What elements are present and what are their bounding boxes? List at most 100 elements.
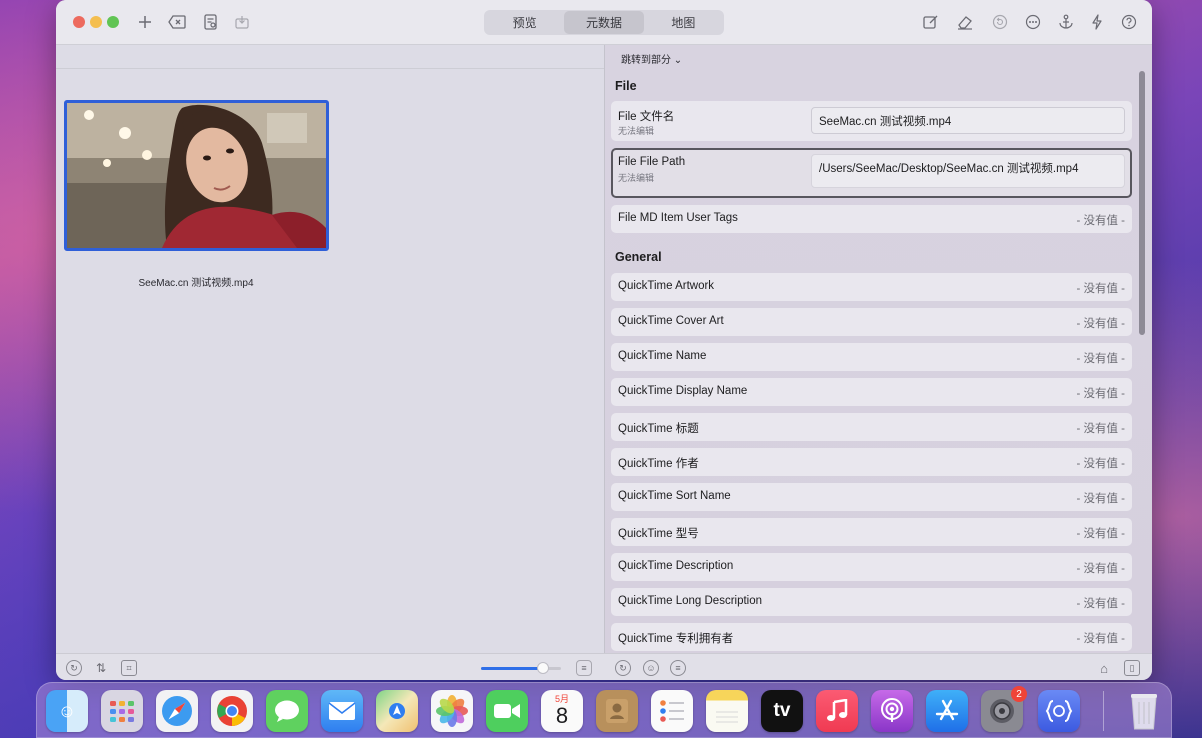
zoom-window-button[interactable]: [107, 16, 119, 28]
metadata-label: QuickTime Display Name: [618, 385, 748, 397]
contacts-icon[interactable]: [596, 690, 638, 732]
rotate-icon[interactable]: ↻: [66, 660, 82, 676]
tag-icon[interactable]: ⌂: [1096, 660, 1112, 676]
filter-icon[interactable]: ≡: [670, 660, 686, 676]
metadata-value: - 没有值 -: [1076, 528, 1125, 540]
metadata-value: - 没有值 -: [1076, 388, 1125, 400]
finder-icon[interactable]: ☺: [46, 690, 88, 732]
inspect-icon[interactable]: [200, 11, 222, 33]
metadata-row[interactable]: QuickTime 标题 - 没有值 -: [611, 413, 1132, 441]
metadata-label: QuickTime Description: [618, 560, 734, 572]
slider-fill: [481, 667, 544, 670]
sort-icon[interactable]: ⇅: [93, 660, 109, 676]
section-title-general: General: [615, 250, 662, 264]
system-preferences-badge: 2: [1011, 686, 1027, 702]
tab-preview[interactable]: 预览: [485, 11, 564, 34]
metadata-row[interactable]: QuickTime Name - 没有值 -: [611, 343, 1132, 371]
file-name-field[interactable]: SeeMac.cn 测试视频.mp4: [811, 107, 1125, 134]
podcasts-icon[interactable]: [871, 690, 913, 732]
metadata-value: - 没有值 -: [1076, 423, 1125, 435]
photos-icon[interactable]: [431, 690, 473, 732]
calendar-icon[interactable]: 5月 8: [541, 690, 583, 732]
metadata-label: File 文件名: [618, 111, 675, 123]
mail-icon[interactable]: [321, 690, 363, 732]
thumbnail-filename: SeeMac.cn 测试视频.mp4: [138, 278, 254, 289]
dock-separator: [1103, 691, 1104, 731]
calendar-day: 8: [555, 703, 569, 728]
metadata-value: - 没有值 -: [1076, 633, 1125, 645]
notes-icon[interactable]: [706, 690, 748, 732]
tab-map[interactable]: 地图: [644, 11, 723, 34]
anchor-icon[interactable]: [1055, 11, 1077, 33]
metadata-row-file-name[interactable]: File 文件名 无法编辑 SeeMac.cn 测试视频.mp4: [611, 101, 1132, 141]
metadata-scrollbar[interactable]: [1138, 69, 1146, 653]
tab-metadata[interactable]: 元数据: [564, 11, 644, 34]
metadata-value: - 没有值 -: [1076, 563, 1125, 575]
jump-to-section-menu[interactable]: 跳转到部分 ⌄: [621, 51, 682, 66]
launchpad-icon[interactable]: [101, 690, 143, 732]
scrollbar-thumb[interactable]: [1139, 71, 1145, 335]
metadata-row[interactable]: QuickTime 专利拥有者 - 没有值 -: [611, 623, 1132, 651]
list-view-icon[interactable]: ≡: [576, 660, 592, 676]
metadata-row[interactable]: QuickTime 作者 - 没有值 -: [611, 448, 1132, 476]
bottom-status-bar: ↻ ⇅ ⌗ ≡ ↻ ☺ ≡ ⌂ ▯: [56, 653, 1152, 680]
chrome-icon[interactable]: [211, 690, 253, 732]
section-title-file: File: [615, 79, 637, 93]
more-icon[interactable]: [1022, 11, 1044, 33]
video-thumbnail[interactable]: [64, 100, 329, 251]
file-browser-pane: SeeMac.cn 测试视频.mp4: [56, 45, 604, 653]
metadata-label: QuickTime 型号: [618, 528, 699, 540]
metadata-row[interactable]: QuickTime Long Description - 没有值 -: [611, 588, 1132, 616]
plus-icon[interactable]: [134, 11, 156, 33]
metadata-value: - 没有值 -: [1076, 598, 1125, 610]
reminders-icon[interactable]: [651, 690, 693, 732]
thumbnail-size-slider[interactable]: [481, 662, 561, 674]
metadata-row-user-tags[interactable]: File MD Item User Tags - 没有值 -: [611, 205, 1132, 233]
view-mode-segmented-control: 预览 元数据 地图: [484, 10, 724, 35]
metadata-pane: 跳转到部分 ⌄ File File 文件名 无法编辑 SeeMac.cn 测试视…: [605, 45, 1152, 653]
metadata-row[interactable]: QuickTime 型号 - 没有值 -: [611, 518, 1132, 546]
metadata-app-icon[interactable]: [1038, 690, 1080, 732]
music-icon[interactable]: [816, 690, 858, 732]
safari-icon[interactable]: [156, 690, 198, 732]
app-store-icon[interactable]: [926, 690, 968, 732]
sidebar-toggle-icon[interactable]: ▯: [1124, 660, 1140, 676]
metadata-row[interactable]: QuickTime Sort Name - 没有值 -: [611, 483, 1132, 511]
metadata-row[interactable]: QuickTime Display Name - 没有值 -: [611, 378, 1132, 406]
dock: ☺ 5月 8 tv 2: [36, 682, 1172, 738]
metadata-row[interactable]: QuickTime Artwork - 没有值 -: [611, 273, 1132, 301]
file-path-field[interactable]: /Users/SeeMac/Desktop/SeeMac.cn 测试视频.mp4: [811, 154, 1125, 188]
refresh-icon[interactable]: ↻: [615, 660, 631, 676]
delete-icon[interactable]: [166, 11, 188, 33]
scan-icon[interactable]: ⌗: [121, 660, 137, 676]
help-icon[interactable]: [1118, 11, 1140, 33]
metadata-label: QuickTime Long Description: [618, 595, 763, 607]
close-window-button[interactable]: [73, 16, 85, 28]
maps-icon[interactable]: [376, 690, 418, 732]
trash-icon[interactable]: [1123, 690, 1165, 732]
slider-knob[interactable]: [537, 662, 550, 674]
system-preferences-icon[interactable]: 2: [981, 686, 1027, 732]
apple-tv-icon[interactable]: tv: [761, 690, 803, 732]
metadata-value: - 没有值 -: [1076, 215, 1125, 227]
eraser-icon[interactable]: [954, 11, 976, 33]
app-window: 预览 元数据 地图 SeeMac.cn 测试视频.mp4 跳转到部分 ⌄ Fil…: [56, 0, 1152, 680]
metadata-row[interactable]: QuickTime Cover Art - 没有值 -: [611, 308, 1132, 336]
metadata-label: QuickTime Artwork: [618, 280, 715, 292]
not-editable-note: 无法编辑: [618, 126, 655, 136]
metadata-row[interactable]: QuickTime Description - 没有值 -: [611, 553, 1132, 581]
edit-icon[interactable]: [920, 11, 942, 33]
messages-icon[interactable]: [266, 690, 308, 732]
facetime-icon[interactable]: [486, 690, 528, 732]
apple-tv-label: tv: [773, 700, 791, 721]
metadata-label: QuickTime 标题: [618, 423, 699, 435]
face-icon[interactable]: ☺: [643, 660, 659, 676]
revert-icon[interactable]: [989, 11, 1011, 33]
metadata-label: File File Path: [618, 156, 686, 168]
bolt-icon[interactable]: [1086, 11, 1108, 33]
import-icon[interactable]: [231, 11, 253, 33]
minimize-window-button[interactable]: [90, 16, 102, 28]
metadata-row-file-path[interactable]: File File Path 无法编辑 /Users/SeeMac/Deskto…: [611, 148, 1132, 198]
metadata-label: QuickTime Cover Art: [618, 315, 724, 327]
metadata-label: QuickTime Sort Name: [618, 490, 731, 502]
